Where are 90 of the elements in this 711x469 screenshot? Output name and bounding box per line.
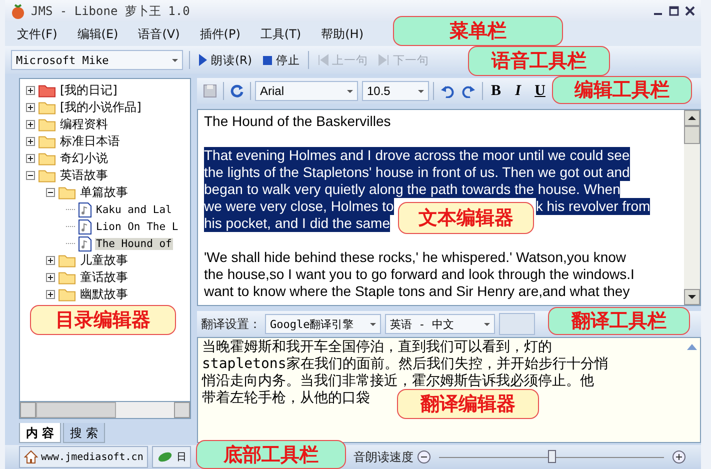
- folder-icon: [38, 134, 56, 148]
- annotation-label: 编辑工具栏: [552, 76, 692, 104]
- folder-icon: [38, 168, 56, 182]
- annotation-label: 菜单栏: [393, 16, 563, 46]
- expand-toggle-icon[interactable]: [26, 86, 35, 95]
- voice-dropdown[interactable]: Microsoft Mike: [11, 50, 183, 70]
- folder-icon: [38, 84, 56, 98]
- expand-toggle-icon[interactable]: [26, 120, 35, 129]
- translated-text-line: stapletons家在我们的面前。然后我们失控，并开始步行十分悄: [202, 356, 608, 373]
- text-line: 'We shall hide behind these rocks,' he whispered.' Watson,you know: [204, 249, 626, 266]
- tree-item[interactable]: 标准日本语: [59, 133, 121, 150]
- menu-item[interactable]: 编辑(E): [77, 26, 118, 42]
- app-logo-icon: [11, 4, 25, 18]
- translation-engine-dropdown[interactable]: Google翻译引擎: [265, 314, 381, 334]
- audio-document-icon: [78, 218, 92, 234]
- stop-icon: [262, 54, 273, 66]
- audio-document-icon: [78, 202, 92, 218]
- menu-item[interactable]: 帮助(H): [321, 26, 364, 42]
- annotation-label: 文本编辑器: [398, 202, 534, 234]
- home-icon: [24, 450, 38, 464]
- translated-text-line: 当晚霍姆斯和我开车全国停泊，直到我们可以看到，灯的: [202, 339, 552, 356]
- audio-document-icon: [78, 236, 92, 252]
- collapse-toggle-icon[interactable]: [26, 171, 35, 180]
- annotation-label: 语音工具栏: [468, 46, 610, 76]
- underline-button[interactable]: U: [531, 82, 549, 100]
- horizontal-scrollbar[interactable]: [19, 402, 191, 419]
- italic-button[interactable]: I: [509, 82, 527, 100]
- font-size-dropdown[interactable]: 10.5: [362, 81, 429, 101]
- read-aloud-button[interactable]: 朗读(R): [196, 52, 254, 68]
- skip-back-icon: [316, 54, 329, 66]
- reading-speed-label: 音朗读速度: [353, 448, 414, 466]
- tree-item[interactable]: 奇幻小说: [59, 150, 109, 167]
- menu-item[interactable]: 工具(T): [260, 26, 302, 42]
- tree-item[interactable]: [我的小说作品]: [59, 99, 142, 116]
- expand-toggle-icon[interactable]: [46, 256, 55, 265]
- scroll-up-icon[interactable]: [687, 344, 697, 350]
- expand-toggle-icon[interactable]: [46, 290, 55, 299]
- folder-icon: [58, 186, 76, 200]
- folder-icon: [58, 254, 76, 268]
- bold-button[interactable]: B: [487, 82, 505, 100]
- panel-tab[interactable]: 搜 索: [63, 423, 106, 443]
- translated-text-line: 悄沿走向内务。当我们非常接近，霍尔姆斯告诉我必须停止。他: [202, 373, 594, 390]
- tree-item[interactable]: 童话故事: [79, 269, 129, 286]
- close-icon[interactable]: [685, 6, 695, 16]
- annotation-label: 翻译编辑器: [397, 389, 539, 419]
- folder-icon: [38, 152, 56, 166]
- annotation-label: 目录编辑器: [30, 305, 176, 335]
- menu-item[interactable]: 文件(F): [17, 26, 58, 42]
- annotation-label: 底部工具栏: [196, 440, 346, 469]
- panel-tab[interactable]: 内 容: [19, 423, 62, 443]
- folder-icon: [58, 288, 76, 302]
- translated-text-line: 带着左轮手枪，从他的口袋: [202, 390, 370, 407]
- translation-settings-label: 翻译设置：: [201, 316, 261, 332]
- menu-item[interactable]: 语音(V): [138, 26, 180, 42]
- tree-item[interactable]: Kaku and Lal: [95, 204, 173, 216]
- tree-item[interactable]: 英语故事: [59, 167, 109, 184]
- play-icon: [198, 53, 208, 67]
- tree-item[interactable]: Lion On The L: [95, 220, 180, 232]
- vertical-scrollbar[interactable]: [684, 110, 700, 305]
- expand-toggle-icon[interactable]: [26, 103, 35, 112]
- tree-item[interactable]: 单篇故事: [79, 184, 129, 201]
- increase-icon[interactable]: [672, 450, 686, 464]
- website-link[interactable]: www.jmediasoft.cn: [19, 446, 148, 468]
- text-line: want to know where the Staple tons and Sir Henry are,and what they: [204, 283, 630, 300]
- tree-item[interactable]: The Hound of: [95, 238, 173, 250]
- log-button[interactable]: 日: [152, 446, 192, 468]
- document-title: The Hound of the Baskervilles: [204, 113, 391, 130]
- expand-toggle-icon[interactable]: [46, 273, 55, 282]
- decrease-icon[interactable]: [417, 450, 432, 464]
- window-title: JMS - Libone 萝卜王 1.0: [31, 2, 191, 20]
- tree-item[interactable]: 儿童故事: [79, 252, 129, 269]
- tree-item[interactable]: 编程资料: [59, 116, 109, 133]
- annotation-label: 翻译工具栏: [548, 307, 690, 335]
- menu-item[interactable]: 插件(P): [200, 26, 240, 42]
- expand-toggle-icon[interactable]: [26, 137, 35, 146]
- collapse-toggle-icon[interactable]: [46, 188, 55, 197]
- text-line: the house,so I want you to go forward and look through the windows.I: [204, 266, 634, 283]
- tree-item[interactable]: [我的日记]: [59, 82, 118, 99]
- skip-forward-icon: [378, 54, 390, 66]
- folder-icon: [38, 100, 56, 114]
- expand-toggle-icon[interactable]: [26, 154, 35, 163]
- tree-item[interactable]: 幽默故事: [79, 286, 129, 303]
- font-dropdown[interactable]: Arial: [255, 81, 358, 101]
- language-pair-dropdown[interactable]: 英语 - 中文: [385, 314, 495, 334]
- folder-icon: [38, 118, 56, 132]
- leaf-icon: [157, 451, 174, 463]
- maximize-icon[interactable]: [669, 6, 679, 16]
- translation-field[interactable]: [499, 313, 535, 335]
- stop-button[interactable]: 停止: [260, 52, 302, 68]
- folder-icon: [58, 270, 76, 284]
